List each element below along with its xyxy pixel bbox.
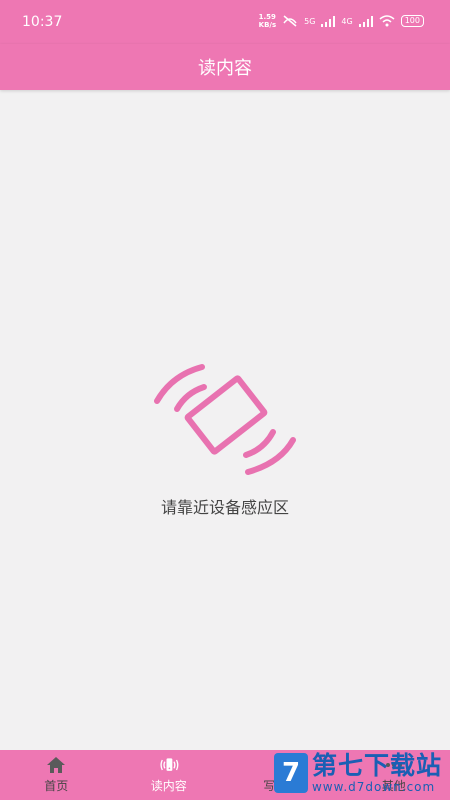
bottom-nav: 首页 读内容 写内容 其他 [0,750,450,800]
nfc-read-icon [160,758,179,771]
mute-icon [283,15,297,27]
battery-indicator: 100 [400,15,424,27]
edit-icon [275,758,288,770]
network-speed-value: 1.59 [258,13,276,21]
nav-item-home[interactable]: 首页 [0,750,113,800]
nav-item-write[interactable]: 写内容 [225,750,338,800]
signal-icon-2 [358,15,373,27]
nav-item-label: 首页 [44,779,69,793]
nav-item-read[interactable]: 读内容 [113,750,226,800]
nav-item-label: 读内容 [150,779,187,793]
wifi-icon [379,15,395,27]
network-type-5g: 5G [304,16,316,26]
app-bar: 读内容 [0,44,450,90]
status-icons: 1.59 KB/s 5G 4G 100 [259,13,424,29]
page-title: 读内容 [198,58,252,79]
network-type-4g: 4G [341,16,353,26]
nav-item-label: 其他 [381,779,406,793]
home-icon [47,757,66,773]
nav-item-label: 写内容 [263,779,300,793]
status-time: 10:37 [22,14,63,30]
main-content: 请靠近设备感应区 [0,90,450,750]
nfc-phone-icon [154,364,296,475]
nfc-hint-text: 请靠近设备感应区 [160,498,289,517]
nav-item-other[interactable]: 其他 [338,750,450,800]
more-icon [385,763,402,767]
network-speed: 1.59 KB/s [259,13,276,29]
status-bar: 10:37 1.59 KB/s 5G 4G 100 [0,0,450,44]
signal-icon [321,15,336,27]
network-speed-unit: KB/s [258,21,277,29]
